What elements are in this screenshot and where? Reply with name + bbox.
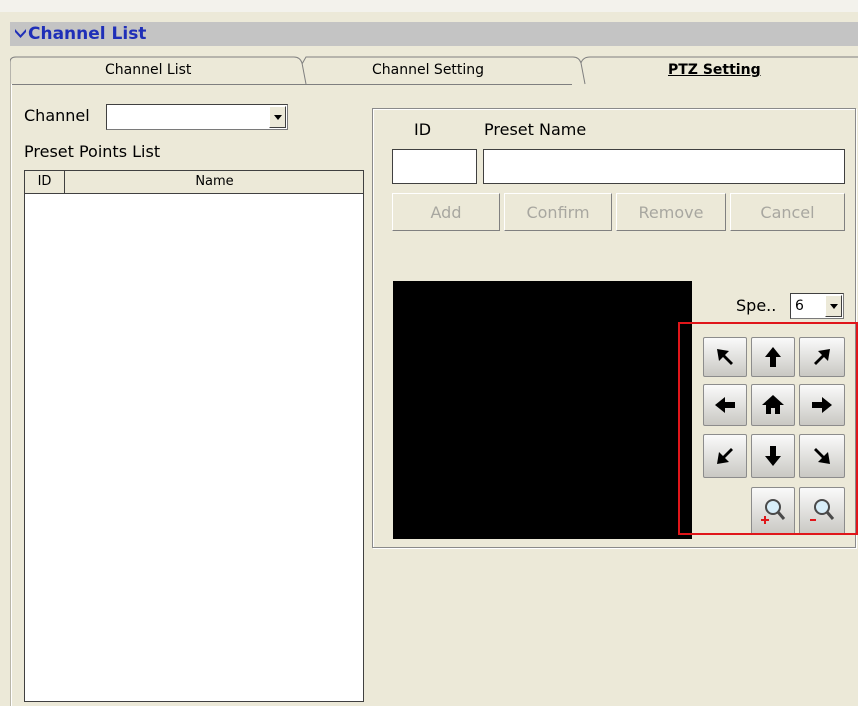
list-header: ID Name xyxy=(25,171,363,194)
page-title: Channel List xyxy=(28,24,147,44)
tab-channel-setting[interactable]: Channel Setting xyxy=(372,56,484,85)
preset-name-input[interactable] xyxy=(483,149,845,184)
expand-arrow-icon[interactable] xyxy=(14,28,27,40)
panel-left-edge xyxy=(10,84,12,706)
speed-select-value: 6 xyxy=(795,298,804,314)
video-preview[interactable] xyxy=(393,281,692,539)
id-label: ID xyxy=(414,120,432,139)
chevron-down-icon[interactable] xyxy=(269,106,286,128)
confirm-button[interactable]: Confirm xyxy=(504,193,612,231)
tab-ptz-setting[interactable]: PTZ Setting xyxy=(668,56,761,85)
ptz-highlight-box xyxy=(678,322,858,535)
channel-select[interactable] xyxy=(106,104,288,130)
chevron-down-icon[interactable] xyxy=(825,295,842,317)
column-header-id[interactable]: ID xyxy=(25,171,65,193)
preset-id-input[interactable] xyxy=(392,149,477,184)
cancel-button[interactable]: Cancel xyxy=(730,193,845,231)
top-strip xyxy=(0,0,858,12)
preset-list-label: Preset Points List xyxy=(24,142,161,161)
tab-channel-list[interactable]: Channel List xyxy=(105,56,191,85)
preset-name-label: Preset Name xyxy=(484,120,587,139)
remove-button[interactable]: Remove xyxy=(616,193,726,231)
speed-select[interactable]: 6 xyxy=(790,293,844,319)
speed-label: Spe.. xyxy=(736,296,777,315)
tab-baseline xyxy=(10,84,572,85)
column-header-name[interactable]: Name xyxy=(66,171,363,193)
add-button[interactable]: Add xyxy=(392,193,500,231)
channel-label: Channel xyxy=(24,106,90,125)
preset-points-list[interactable]: ID Name xyxy=(24,170,364,702)
